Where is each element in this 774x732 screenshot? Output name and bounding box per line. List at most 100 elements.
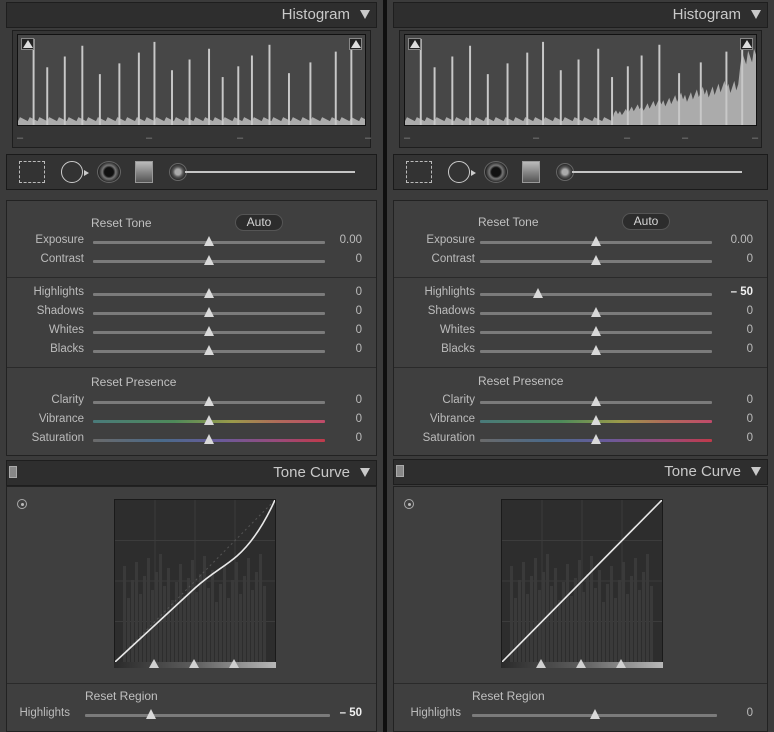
- exposure-slider-thumb[interactable]: [591, 236, 601, 246]
- region-split-thumb[interactable]: [189, 659, 199, 668]
- blacks-value[interactable]: 0: [747, 343, 753, 355]
- highlights-slider-thumb[interactable]: [533, 288, 543, 298]
- contrast-value[interactable]: 0: [356, 253, 362, 265]
- curve-highlights-value[interactable]: – 50: [340, 707, 362, 719]
- curve-histogram-bar: [534, 558, 537, 662]
- crop-overlay-icon[interactable]: [19, 161, 45, 183]
- curve-histogram-bar: [251, 590, 254, 662]
- whites-label: Whites: [439, 324, 475, 336]
- vibrance-slider-thumb[interactable]: [591, 415, 601, 425]
- shadow-clipping-icon[interactable]: [408, 38, 421, 50]
- panel-switch-icon[interactable]: [9, 466, 17, 478]
- curve-highlights-value[interactable]: 0: [747, 707, 753, 719]
- curve-highlights-thumb[interactable]: [589, 709, 600, 719]
- region-split-thumb[interactable]: [149, 659, 159, 668]
- vibrance-value[interactable]: 0: [356, 413, 362, 425]
- collapse-triangle-icon[interactable]: [751, 10, 761, 19]
- exposure-slider-thumb[interactable]: [204, 236, 214, 246]
- region-split-thumb[interactable]: [229, 659, 239, 668]
- blacks-slider-thumb[interactable]: [591, 345, 601, 355]
- collapse-triangle-icon[interactable]: [751, 467, 761, 476]
- region-split-thumb[interactable]: [576, 659, 586, 668]
- graduated-filter-icon[interactable]: [135, 161, 153, 183]
- curve-histogram-bar: [143, 576, 146, 662]
- targeted-adjustment-icon[interactable]: [404, 499, 414, 509]
- shadows-value[interactable]: 0: [356, 305, 362, 317]
- highlights-slider-thumb[interactable]: [204, 288, 214, 298]
- highlights-value[interactable]: – 50: [731, 286, 753, 298]
- targeted-adjustment-icon[interactable]: [17, 499, 27, 509]
- exposure-value[interactable]: 0.00: [340, 234, 362, 246]
- curve-highlights-thumb[interactable]: [146, 709, 157, 719]
- whites-value[interactable]: 0: [747, 324, 753, 336]
- clarity-label: Clarity: [442, 394, 475, 406]
- curve-histogram-bar: [542, 572, 545, 662]
- exposure-value[interactable]: 0.00: [731, 234, 753, 246]
- curve-histogram-bar: [586, 574, 589, 662]
- clarity-value[interactable]: 0: [356, 394, 362, 406]
- curve-histogram-bar: [195, 592, 198, 662]
- histogram-graph: [17, 34, 366, 126]
- reset-presence-label[interactable]: Reset Presence: [478, 374, 563, 388]
- tone-curve-graph[interactable]: [501, 499, 663, 663]
- highlight-clipping-icon[interactable]: [740, 38, 753, 50]
- histogram-header[interactable]: Histogram: [6, 2, 377, 28]
- saturation-value[interactable]: 0: [356, 432, 362, 444]
- crop-overlay-icon[interactable]: [406, 161, 432, 183]
- red-eye-icon[interactable]: [484, 161, 508, 183]
- histogram-header[interactable]: Histogram: [393, 2, 768, 28]
- reset-tone-label[interactable]: Reset Tone: [91, 216, 152, 230]
- contrast-value[interactable]: 0: [747, 253, 753, 265]
- contrast-slider-thumb[interactable]: [591, 255, 601, 265]
- blacks-label: Blacks: [441, 343, 475, 355]
- basic-panel: Reset Tone Auto Exposure 0.00 Contrast 0 Hi…: [393, 200, 768, 456]
- curve-highlights-label: Highlights: [410, 707, 462, 719]
- vibrance-value[interactable]: 0: [747, 413, 753, 425]
- contrast-slider-thumb[interactable]: [204, 255, 214, 265]
- shadow-clipping-icon[interactable]: [21, 38, 34, 50]
- panel-switch-icon[interactable]: [396, 465, 404, 477]
- tone-curve-header[interactable]: Tone Curve: [6, 460, 377, 486]
- whites-value[interactable]: 0: [356, 324, 362, 336]
- shadows-slider-thumb[interactable]: [591, 307, 601, 317]
- whites-slider-thumb[interactable]: [204, 326, 214, 336]
- highlights-value[interactable]: 0: [356, 286, 362, 298]
- collapse-triangle-icon[interactable]: [360, 10, 370, 19]
- reset-tone-label[interactable]: Reset Tone: [478, 215, 539, 229]
- reset-region-label[interactable]: Reset Region: [85, 689, 158, 703]
- clarity-slider-thumb[interactable]: [204, 396, 214, 406]
- saturation-slider-thumb[interactable]: [204, 434, 214, 444]
- shadows-value[interactable]: 0: [747, 305, 753, 317]
- spot-removal-icon[interactable]: [61, 161, 89, 183]
- shadows-slider-thumb[interactable]: [204, 307, 214, 317]
- highlights-label: Highlights: [33, 286, 85, 298]
- auto-button[interactable]: Auto: [622, 213, 670, 230]
- saturation-slider-thumb[interactable]: [591, 434, 601, 444]
- reset-region-label[interactable]: Reset Region: [472, 689, 545, 703]
- clarity-value[interactable]: 0: [747, 394, 753, 406]
- highlight-clipping-icon[interactable]: [349, 38, 362, 50]
- whites-slider-thumb[interactable]: [591, 326, 601, 336]
- clarity-slider-thumb[interactable]: [591, 396, 601, 406]
- tone-curve-header[interactable]: Tone Curve: [393, 459, 768, 485]
- red-eye-icon[interactable]: [97, 161, 121, 183]
- collapse-triangle-icon[interactable]: [360, 468, 370, 477]
- saturation-value[interactable]: 0: [747, 432, 753, 444]
- spot-removal-icon[interactable]: [448, 161, 476, 183]
- region-split-thumb[interactable]: [536, 659, 546, 668]
- highlights-slider[interactable]: [480, 293, 712, 296]
- region-split-thumb[interactable]: [616, 659, 626, 668]
- curve-highlights-slider[interactable]: [85, 714, 330, 717]
- tone-curve-graph[interactable]: [114, 499, 276, 663]
- reset-presence-label[interactable]: Reset Presence: [91, 375, 176, 389]
- blacks-slider-thumb[interactable]: [204, 345, 214, 355]
- graduated-filter-icon[interactable]: [522, 161, 540, 183]
- auto-button[interactable]: Auto: [235, 214, 283, 231]
- adjustment-brush-icon[interactable]: [556, 161, 742, 183]
- curve-histogram-bar: [570, 596, 573, 662]
- curve-histogram-bar: [123, 566, 126, 662]
- vibrance-slider-thumb[interactable]: [204, 415, 214, 425]
- adjustment-brush-icon[interactable]: [169, 161, 355, 183]
- curve-histogram-bar: [211, 570, 214, 662]
- blacks-value[interactable]: 0: [356, 343, 362, 355]
